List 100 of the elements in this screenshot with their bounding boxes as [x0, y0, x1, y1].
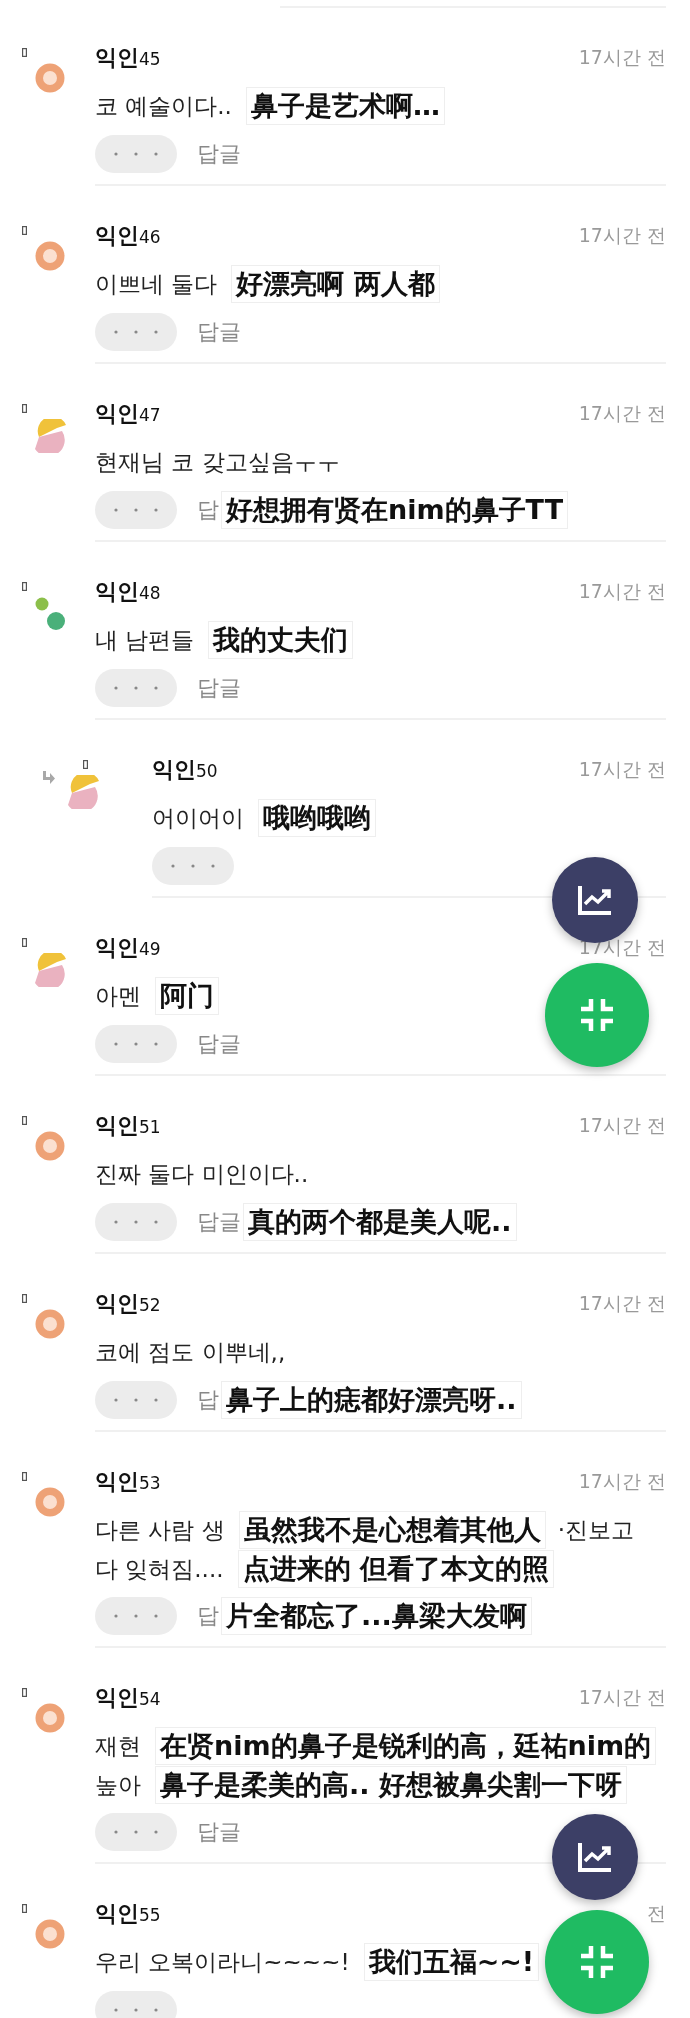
- collapse-icon: [579, 1944, 615, 1980]
- more-button[interactable]: [95, 135, 177, 173]
- comment-text: 다른 사람 생: [95, 1515, 225, 1545]
- marker-icon: [22, 48, 27, 57]
- reply-link[interactable]: 답글: [197, 317, 241, 347]
- marker-icon: [22, 582, 27, 591]
- translation-caption: 鼻子是艺术啊…: [245, 87, 445, 125]
- comment-text: 코 예술이다..: [95, 91, 232, 121]
- comment-text: 어이어이: [152, 803, 244, 833]
- avatar-icon: [35, 1703, 65, 1733]
- comment-text: 진짜 둘다 미인이다..: [95, 1159, 309, 1189]
- more-button[interactable]: [95, 669, 177, 707]
- comment-text: 내 남편들: [95, 625, 195, 655]
- more-button[interactable]: [152, 847, 234, 885]
- more-button[interactable]: [95, 1991, 177, 2018]
- reply-arrow-icon: [40, 770, 56, 786]
- translation-caption: 鼻子是柔美的高.. 好想被鼻尖割一下呀: [155, 1766, 627, 1804]
- author-name: 익인46: [95, 222, 161, 250]
- more-button[interactable]: [95, 1381, 177, 1419]
- author-name: 익인51: [95, 1112, 161, 1140]
- more-icon: [114, 686, 158, 690]
- translation-caption: 我的丈夫们: [208, 621, 354, 659]
- author-name: 익인52: [95, 1290, 161, 1318]
- marker-icon: [22, 938, 27, 947]
- marker-icon: [22, 1472, 27, 1481]
- avatar-icon: [35, 63, 65, 93]
- collapse-button[interactable]: [545, 1910, 649, 2014]
- more-icon: [171, 864, 215, 868]
- author-name: 익인45: [95, 44, 161, 72]
- reply-link[interactable]: 답: [197, 1385, 219, 1415]
- comment-text: 다 잊혀짐....: [95, 1554, 224, 1584]
- avatar-icon: [35, 1309, 65, 1339]
- more-button[interactable]: [95, 1597, 177, 1635]
- avatar-icon: [35, 1131, 65, 1161]
- translation-caption: 片全都忘了...鼻梁大发啊: [221, 1597, 532, 1635]
- reply-link[interactable]: 답글: [197, 139, 241, 169]
- comment-text: 이쁘네 둘다: [95, 269, 218, 299]
- collapse-button[interactable]: [545, 963, 649, 1067]
- translation-caption: 我们五福~~!: [363, 1943, 540, 1981]
- time-label: 17시간 전: [578, 1685, 666, 1710]
- marker-icon: [22, 404, 27, 413]
- avatar-icon: [35, 953, 67, 987]
- comment-text: 현재님 코 갖고싶음ㅜㅜ: [95, 447, 340, 477]
- translation-caption: 点进来的 但看了本文的照: [237, 1550, 554, 1588]
- marker-icon: [22, 226, 27, 235]
- avatar-icon: [35, 597, 67, 631]
- marker-icon: [22, 1688, 27, 1697]
- comment-text: 재현: [95, 1731, 141, 1761]
- time-label: 17시간 전: [578, 1113, 666, 1138]
- avatar-icon: [35, 419, 67, 453]
- collapse-icon: [579, 997, 615, 1033]
- marker-icon: [22, 1904, 27, 1913]
- more-button[interactable]: [95, 491, 177, 529]
- translation-caption: 在贤nim的鼻子是锐利的高，廷祐nim的: [155, 1727, 657, 1765]
- translation-caption: 好漂亮啊 两人都: [231, 265, 440, 303]
- author-name: 익인47: [95, 400, 161, 428]
- reply-link[interactable]: 답글: [197, 673, 241, 703]
- marker-icon: [83, 760, 88, 769]
- time-label: 17시간 전: [578, 579, 666, 604]
- avatar-icon: [35, 1919, 65, 1949]
- more-icon: [114, 2008, 158, 2012]
- translation-caption: 哦哟哦哟: [258, 799, 376, 837]
- translation-caption: 阿门: [155, 977, 219, 1015]
- more-icon: [114, 330, 158, 334]
- more-icon: [114, 1042, 158, 1046]
- time-label: 전: [647, 1901, 666, 1926]
- author-name: 익인55: [95, 1900, 161, 1928]
- comment-text: 높아: [95, 1770, 141, 1800]
- translation-caption: 鼻子上的痣都好漂亮呀..: [221, 1381, 522, 1419]
- more-icon: [114, 1614, 158, 1618]
- author-name: 익인48: [95, 578, 161, 606]
- time-label: 17시간 전: [578, 401, 666, 426]
- reply-link[interactable]: 답글: [197, 1029, 241, 1059]
- reply-link[interactable]: 답글: [197, 1207, 241, 1237]
- author-name: 익인49: [95, 934, 161, 962]
- reply-link[interactable]: 답: [197, 1601, 219, 1631]
- more-icon: [114, 508, 158, 512]
- more-button[interactable]: [95, 1025, 177, 1063]
- marker-icon: [22, 1294, 27, 1303]
- translation-caption: 虽然我不是心想着其他人: [238, 1511, 546, 1549]
- more-button[interactable]: [95, 1813, 177, 1851]
- author-name: 익인50: [152, 756, 218, 784]
- time-label: 17시간 전: [578, 45, 666, 70]
- comment-text: ·진보고: [557, 1515, 634, 1545]
- more-icon: [114, 1398, 158, 1402]
- more-button[interactable]: [95, 1203, 177, 1241]
- more-button[interactable]: [95, 313, 177, 351]
- author-name: 익인53: [95, 1468, 161, 1496]
- time-label: 17시간 전: [578, 1291, 666, 1316]
- more-icon: [114, 1220, 158, 1224]
- more-icon: [114, 152, 158, 156]
- more-icon: [114, 1830, 158, 1834]
- avatar-icon: [68, 775, 100, 809]
- avatar-icon: [35, 1487, 65, 1517]
- comment-text: 코에 점도 이뿌네,,: [95, 1337, 286, 1367]
- comment-text: 아멘: [95, 981, 141, 1011]
- reply-link[interactable]: 답: [197, 495, 219, 525]
- time-label: 17시간 전: [578, 1469, 666, 1494]
- reply-link[interactable]: 답글: [197, 1817, 241, 1847]
- chart-button[interactable]: [552, 1814, 638, 1900]
